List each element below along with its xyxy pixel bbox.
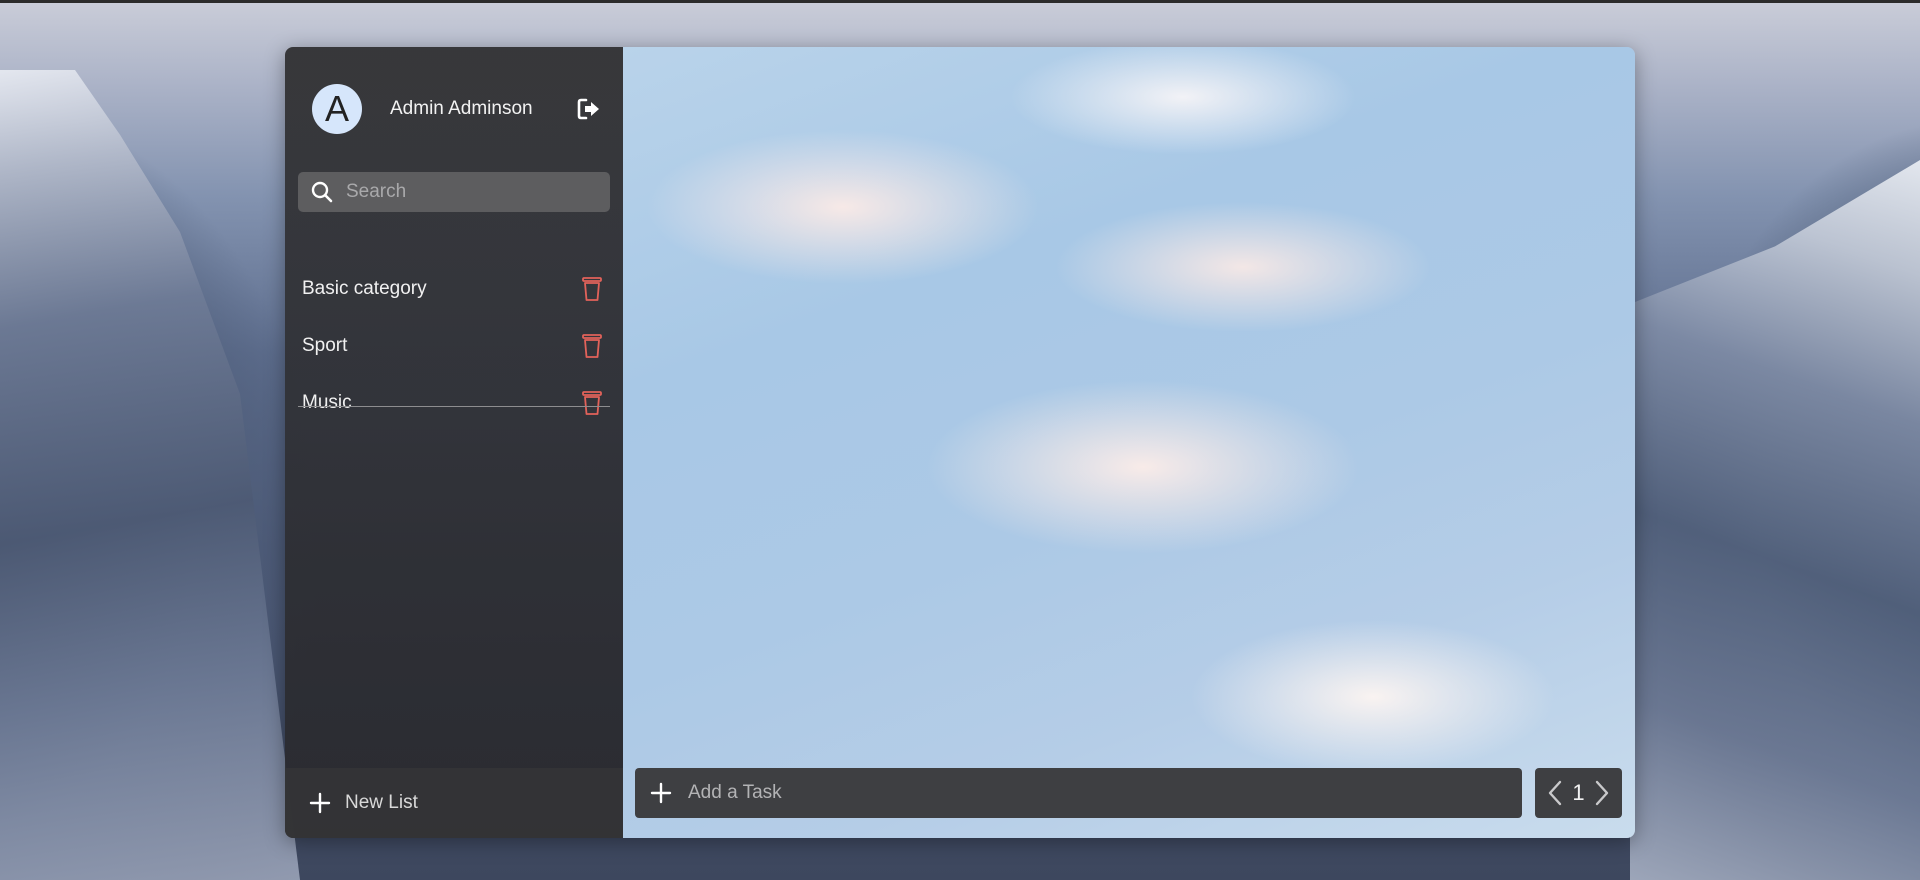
category-item-basic-category[interactable]: Basic category xyxy=(285,260,623,317)
user-header: A Admin Adminson xyxy=(312,84,602,134)
category-label: Basic category xyxy=(302,277,427,299)
logout-icon[interactable] xyxy=(576,96,602,122)
search-icon xyxy=(310,180,334,204)
search-box[interactable] xyxy=(298,172,610,212)
category-label: Sport xyxy=(302,334,348,356)
new-list-label: New List xyxy=(345,792,418,813)
todo-app-window: A Admin Adminson Basic category xyxy=(285,47,1635,838)
chevron-right-icon[interactable] xyxy=(1593,779,1611,807)
pagination: 1 xyxy=(1535,768,1622,818)
sidebar-divider xyxy=(298,406,610,407)
task-area: 1 xyxy=(623,47,1635,838)
user-name: Admin Adminson xyxy=(390,98,533,119)
sidebar: A Admin Adminson Basic category xyxy=(285,47,623,838)
trash-icon[interactable] xyxy=(581,390,603,416)
plus-icon[interactable] xyxy=(650,782,672,804)
avatar[interactable]: A xyxy=(312,84,362,134)
trash-icon[interactable] xyxy=(581,276,603,302)
trash-icon[interactable] xyxy=(581,333,603,359)
search-input[interactable] xyxy=(344,180,608,204)
add-task-bar[interactable] xyxy=(635,768,1522,818)
add-task-input[interactable] xyxy=(686,781,1510,805)
chevron-left-icon[interactable] xyxy=(1546,779,1564,807)
category-item-music[interactable]: Music xyxy=(285,374,623,431)
category-label: Music xyxy=(302,391,352,413)
plus-icon xyxy=(309,792,331,814)
new-list-button[interactable]: New List xyxy=(285,768,623,838)
category-item-sport[interactable]: Sport xyxy=(285,317,623,374)
page-number: 1 xyxy=(1572,780,1585,805)
